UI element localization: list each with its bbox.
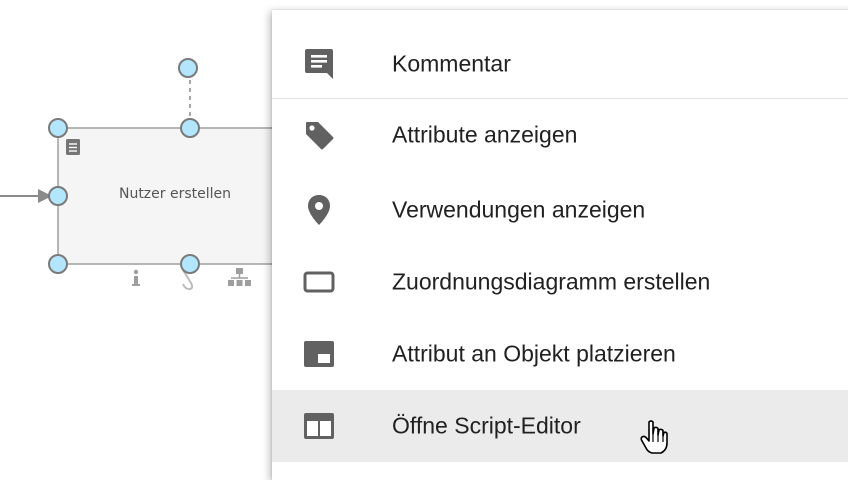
menu-item-verwendungen-anzeigen[interactable]: Verwendungen anzeigen: [272, 174, 848, 246]
menu-item-oeffne-script-editor[interactable]: Öffne Script-Editor: [272, 390, 848, 462]
tag-icon: [301, 117, 337, 153]
hand-pointer-cursor-icon: [640, 420, 668, 454]
map-pin-icon: [301, 192, 337, 228]
rotation-handle: [178, 58, 198, 78]
incoming-connector-arrow[interactable]: [0, 189, 52, 203]
handle-top-left: [48, 118, 68, 138]
handle-bottom-left: [48, 254, 68, 274]
document-icon[interactable]: [66, 139, 80, 155]
hierarchy-icon[interactable]: [228, 268, 251, 286]
handle-top-center: [180, 118, 200, 138]
menu-item-label: Öffne Script-Editor: [392, 412, 581, 439]
info-icon[interactable]: [132, 269, 140, 286]
menu-item-label: Attribut an Objekt platzieren: [392, 340, 676, 367]
menu-item-label: Attribute anzeigen: [392, 121, 578, 148]
menu-item-zuordnungsdiagramm-erstellen[interactable]: Zuordnungsdiagramm erstellen: [272, 246, 848, 318]
menu-item-label: Zuordnungsdiagramm erstellen: [392, 268, 711, 295]
rectangle-outline-icon: [301, 264, 337, 300]
menu-item-attribute-anzeigen[interactable]: Attribute anzeigen: [272, 99, 848, 171]
script-editor-icon: [301, 408, 337, 444]
attribute-placement-icon: [301, 336, 337, 372]
comment-icon: [301, 46, 337, 82]
menu-item-label: Kommentar: [392, 50, 511, 77]
context-menu[interactable]: Kommentar Attribute anzeigen Verwendunge…: [272, 10, 848, 480]
shape-label[interactable]: Nutzer erstellen: [70, 186, 280, 202]
menu-item-kommentar[interactable]: Kommentar: [272, 28, 848, 100]
handle-middle-left: [48, 186, 68, 206]
menu-item-attribut-an-objekt-platzieren[interactable]: Attribut an Objekt platzieren: [272, 318, 848, 390]
handle-bottom-center: [180, 254, 200, 274]
menu-item-label: Verwendungen anzeigen: [392, 196, 646, 223]
